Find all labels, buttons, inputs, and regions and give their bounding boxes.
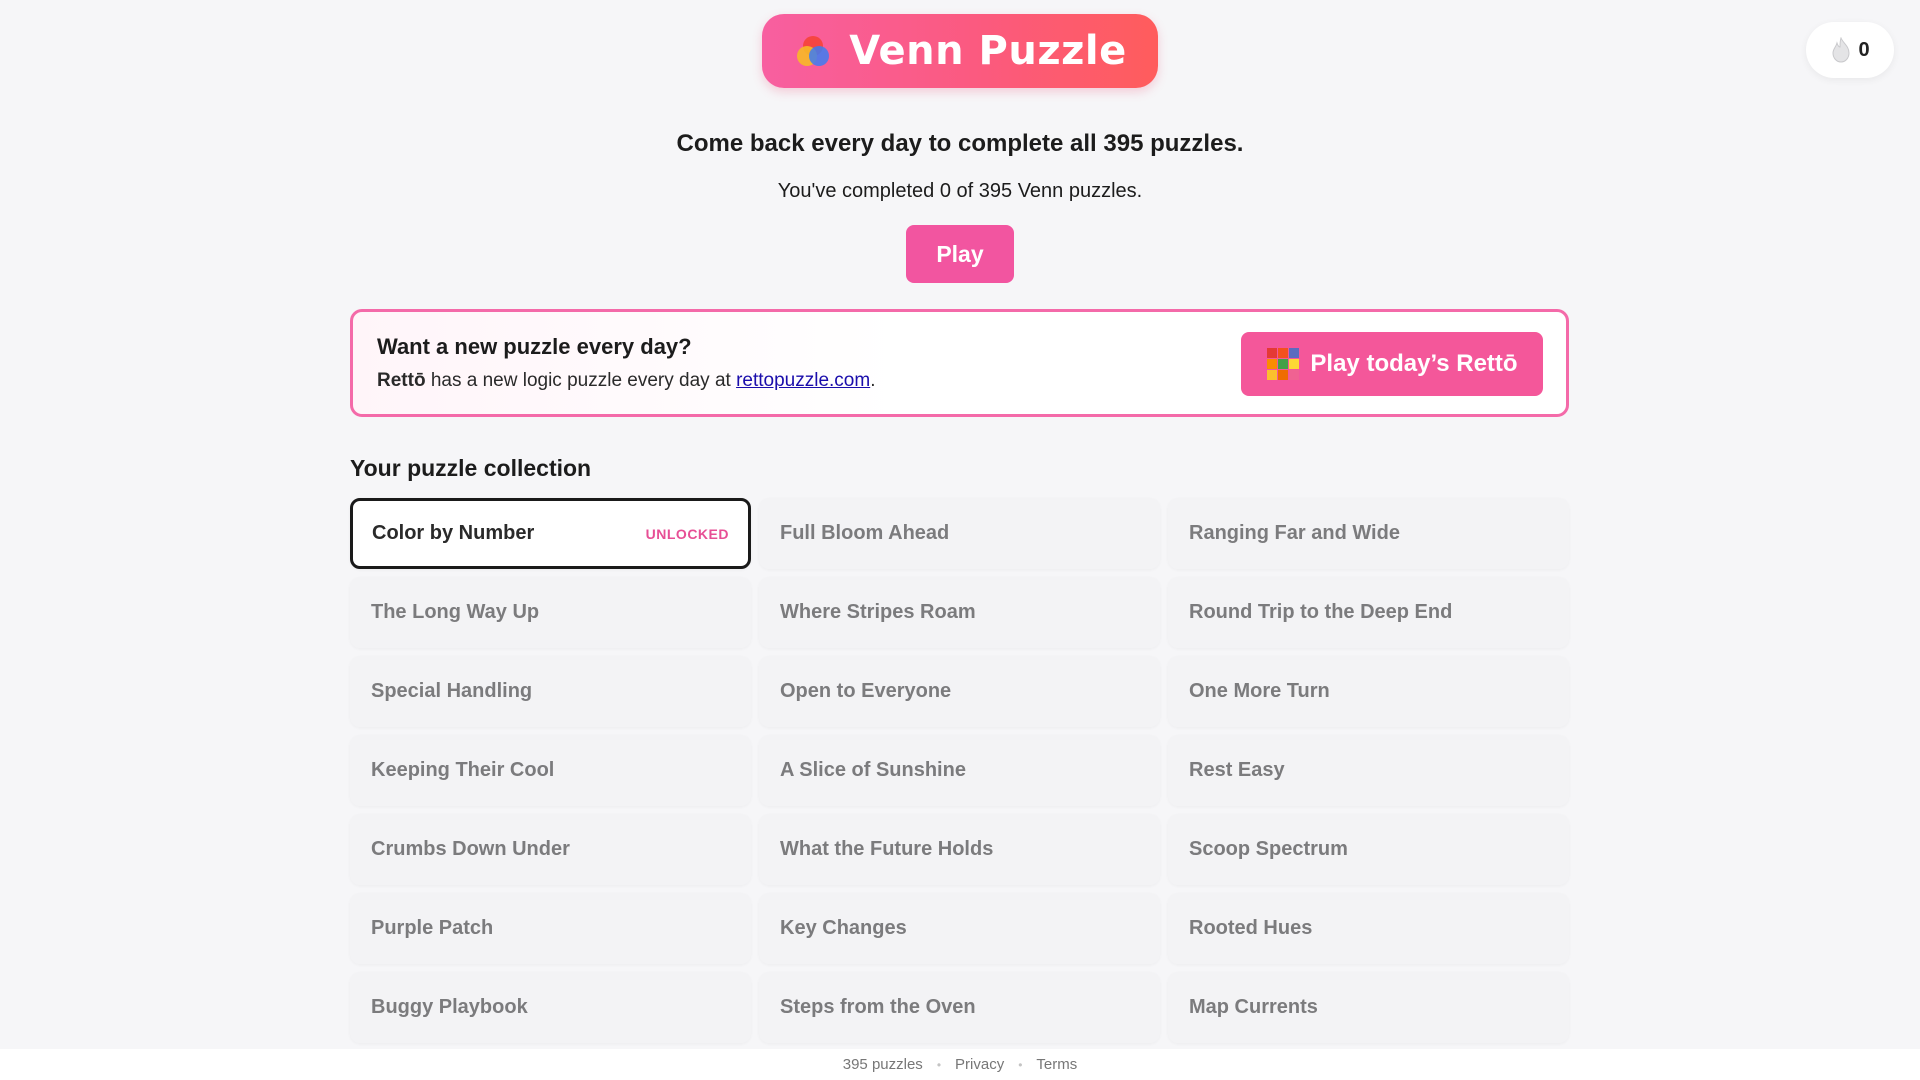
puzzle-title: The Long Way Up [371, 601, 540, 623]
puzzle-title: Rooted Hues [1189, 917, 1313, 939]
promo-brand: Rettō [377, 370, 426, 391]
app-root: Venn Puzzle 0 Come back every day to com… [0, 0, 1920, 1080]
puzzle-title: Open to Everyone [780, 680, 952, 702]
puzzle-card[interactable]: Key Changes [759, 893, 1160, 964]
puzzle-title: Keeping Their Cool [371, 759, 555, 781]
puzzle-grid: Color by Number UNLOCKED Full Bloom Ahead R… [350, 498, 1569, 1043]
puzzle-title: A Slice of Sunshine [780, 759, 966, 781]
puzzle-title: Buggy Playbook [371, 996, 528, 1018]
puzzle-card[interactable]: Open to Everyone [759, 656, 1160, 727]
puzzle-title: Color by Number [372, 522, 535, 544]
promo-description: Rettō has a new logic puzzle every day a… [377, 370, 875, 392]
puzzle-card[interactable]: Where Stripes Roam [759, 577, 1160, 648]
puzzle-title: Round Trip to the Deep End [1189, 601, 1453, 623]
unlocked-badge: UNLOCKED [645, 525, 729, 542]
puzzle-title: Crumbs Down Under [371, 838, 570, 860]
puzzle-card[interactable]: Ranging Far and Wide [1168, 498, 1569, 569]
collection-title: Your puzzle collection [350, 455, 592, 481]
puzzle-card[interactable]: Rest Easy [1168, 735, 1569, 806]
puzzle-title: Steps from the Oven [780, 996, 976, 1018]
retto-promo-banner: Want a new puzzle every day? Rettō has a… [350, 309, 1569, 417]
puzzle-card[interactable]: Keeping Their Cool [350, 735, 751, 806]
retto-link[interactable]: rettopuzzle.com [736, 370, 870, 391]
footer-separator: • [936, 1057, 942, 1072]
privacy-link[interactable]: Privacy [955, 1056, 1004, 1073]
puzzle-title: Full Bloom Ahead [780, 522, 950, 544]
streak-badge[interactable]: 0 [1806, 22, 1894, 78]
puzzle-card[interactable]: Map Currents [1168, 972, 1569, 1043]
puzzle-title: Special Handling [371, 680, 533, 702]
puzzle-card[interactable]: Special Handling [350, 656, 751, 727]
puzzle-card[interactable]: A Slice of Sunshine [759, 735, 1160, 806]
puzzle-title: Rest Easy [1189, 759, 1285, 781]
terms-link[interactable]: Terms [1036, 1056, 1077, 1073]
puzzle-card[interactable]: What the Future Holds [759, 814, 1160, 885]
venn-puzzle-logo-button[interactable]: Venn Puzzle [762, 14, 1158, 88]
puzzle-title: Where Stripes Roam [780, 601, 976, 623]
streak-count: 0 [1858, 38, 1870, 61]
play-retto-label: Play today’s Rettō [1310, 350, 1518, 377]
footer: 395 puzzles • Privacy • Terms [0, 1049, 1920, 1080]
puzzle-card[interactable]: The Long Way Up [350, 577, 751, 648]
progress-text: You've completed 0 of 395 Venn puzzles. [777, 180, 1143, 202]
puzzle-title: Key Changes [780, 917, 907, 939]
footer-count: 395 puzzles [842, 1056, 923, 1073]
promo-text-end: . [870, 370, 876, 391]
puzzle-title: Purple Patch [371, 917, 494, 939]
puzzle-card[interactable]: Crumbs Down Under [350, 814, 751, 885]
flame-icon [1832, 37, 1850, 63]
puzzle-card[interactable]: Full Bloom Ahead [759, 498, 1160, 569]
puzzle-title: Scoop Spectrum [1189, 838, 1348, 860]
puzzle-card[interactable]: Round Trip to the Deep End [1168, 577, 1569, 648]
headline: Come back every day to complete all 395 … [676, 130, 1244, 157]
footer-separator: • [1018, 1057, 1023, 1072]
puzzle-title: One More Turn [1189, 680, 1330, 702]
puzzle-card[interactable]: Scoop Spectrum [1168, 814, 1569, 885]
play-retto-button[interactable]: Play today’s Rettō [1241, 332, 1543, 396]
promo-text-middle: has a new logic puzzle every day at [425, 370, 737, 391]
puzzle-card[interactable]: Rooted Hues [1168, 893, 1569, 964]
puzzle-title: What the Future Holds [780, 838, 994, 860]
puzzle-card[interactable]: Purple Patch [350, 893, 751, 964]
logo-title: Venn Puzzle [849, 28, 1127, 74]
puzzle-card[interactable]: Steps from the Oven [759, 972, 1160, 1043]
promo-title: Want a new puzzle every day? [377, 334, 692, 359]
puzzle-title: Ranging Far and Wide [1189, 522, 1400, 544]
venn-circles-icon [797, 36, 830, 66]
puzzle-title: Map Currents [1189, 996, 1318, 1018]
puzzle-card[interactable]: Color by Number UNLOCKED [350, 498, 751, 569]
play-button[interactable]: Play [906, 225, 1014, 283]
puzzle-card[interactable]: Buggy Playbook [350, 972, 751, 1043]
retto-grid-icon [1267, 348, 1300, 380]
puzzle-card[interactable]: One More Turn [1168, 656, 1569, 727]
